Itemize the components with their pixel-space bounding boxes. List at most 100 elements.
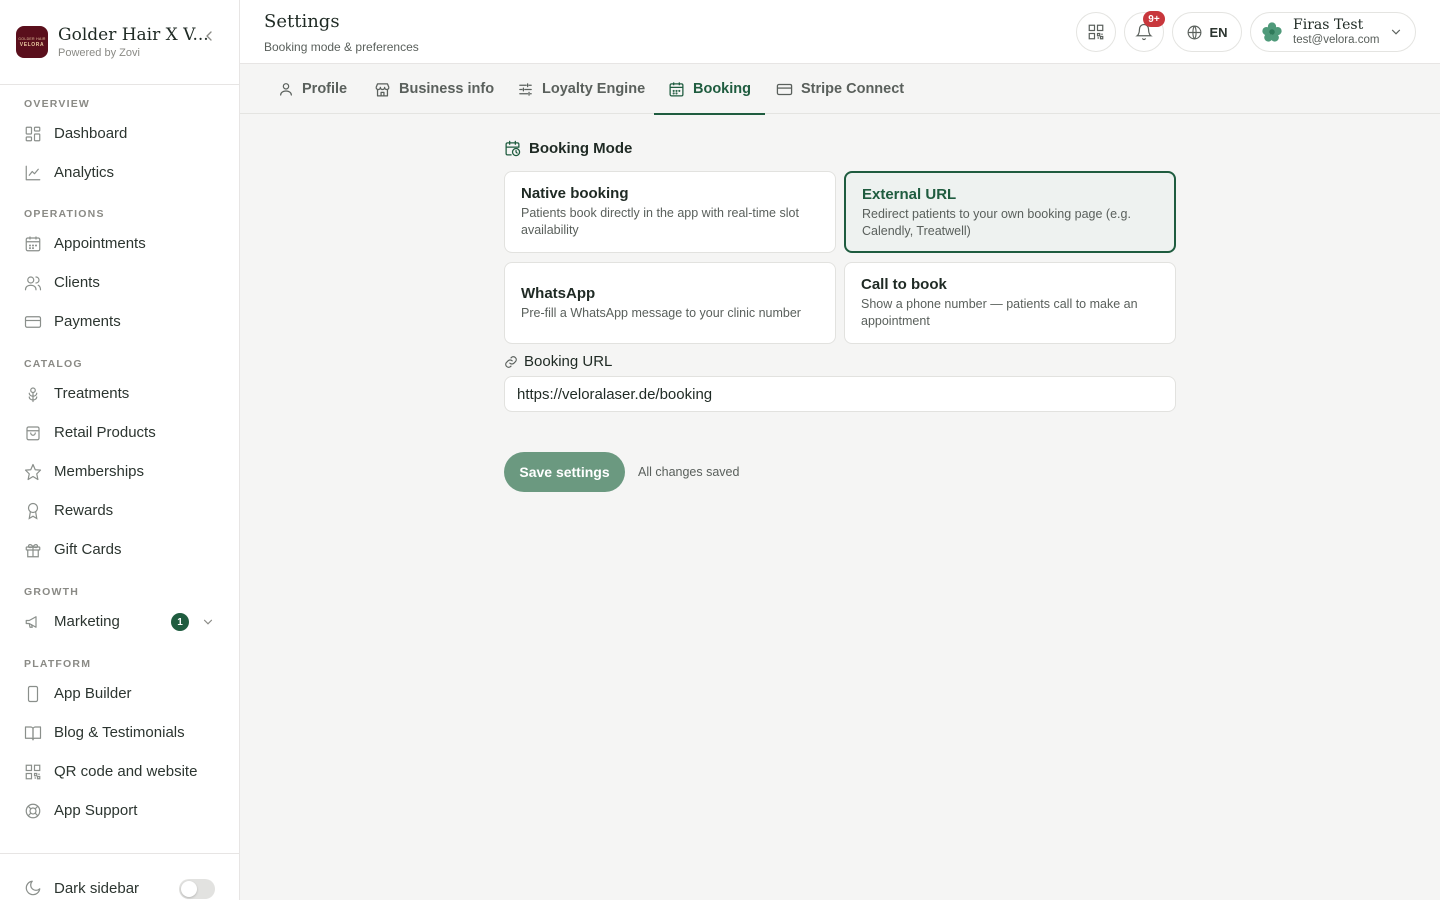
section-growth: GROWTH bbox=[24, 586, 80, 598]
calendar-icon bbox=[24, 235, 42, 253]
sidebar-item-treatments[interactable]: Treatments bbox=[0, 374, 239, 413]
sidebar-item-gift-cards[interactable]: Gift Cards bbox=[0, 530, 239, 569]
sidebar-item-label: Dashboard bbox=[54, 125, 128, 142]
option-description: Show a phone number — patients call to m… bbox=[861, 297, 1138, 328]
sidebar-item-analytics[interactable]: Analytics bbox=[0, 153, 239, 192]
section-catalog: CATALOG bbox=[24, 358, 83, 370]
save-status-text: All changes saved bbox=[638, 465, 740, 479]
sidebar-item-clients[interactable]: Clients bbox=[0, 263, 239, 302]
sidebar-item-label: Retail Products bbox=[54, 424, 156, 441]
star-icon bbox=[24, 463, 42, 481]
language-selector[interactable]: EN bbox=[1172, 12, 1242, 52]
sidebar-item-label: Memberships bbox=[54, 463, 145, 480]
section-overview: OVERVIEW bbox=[24, 98, 91, 110]
logo-text-bottom: VELORA bbox=[19, 41, 45, 48]
sidebar-item-qr-code-website[interactable]: QR code and website bbox=[0, 752, 239, 791]
option-title: Native booking bbox=[521, 185, 629, 202]
qr-code-icon bbox=[24, 763, 42, 781]
credit-card-icon bbox=[776, 83, 793, 95]
globe-icon bbox=[1188, 25, 1202, 39]
tab-stripe-connect[interactable]: Stripe Connect bbox=[776, 64, 904, 114]
tab-business-info[interactable]: Business info bbox=[374, 64, 494, 114]
user-email: test@velora.com bbox=[1293, 33, 1380, 46]
tab-booking[interactable]: Booking bbox=[654, 64, 765, 115]
qr-code-button[interactable] bbox=[1076, 12, 1116, 52]
notifications-button[interactable]: 9+ bbox=[1124, 11, 1165, 52]
sidebar-item-label: Treatments bbox=[54, 385, 130, 402]
sidebar-item-memberships[interactable]: Memberships bbox=[0, 452, 239, 491]
page-subtitle: Booking mode & preferences bbox=[264, 40, 419, 54]
booking-option-external-url[interactable]: External URL Redirect patients to your o… bbox=[844, 171, 1176, 253]
sidebar-item-label: Gift Cards bbox=[54, 541, 122, 558]
tab-label: Booking bbox=[693, 81, 751, 97]
brand-subtitle: Powered by Zovi bbox=[58, 47, 140, 59]
credit-card-icon bbox=[24, 313, 42, 331]
toggle-knob bbox=[181, 881, 197, 897]
book-icon bbox=[24, 724, 42, 742]
marketing-count-badge: 1 bbox=[171, 613, 189, 631]
tab-label: Stripe Connect bbox=[801, 81, 905, 97]
sidebar-item-label: Rewards bbox=[54, 502, 114, 519]
language-label: EN bbox=[1209, 24, 1228, 40]
dashboard-icon bbox=[24, 125, 42, 143]
booking-option-whatsapp[interactable]: WhatsApp Pre-fill a WhatsApp message to … bbox=[504, 262, 836, 344]
sidebar-item-blog-testimonials[interactable]: Blog & Testimonials bbox=[0, 713, 239, 752]
sidebar-item-label: App Builder bbox=[54, 685, 132, 702]
brand-header: GOLDER HAIR VELORA Golder Hair X V... Po… bbox=[0, 0, 239, 85]
booking-option-native[interactable]: Native booking Patients book directly in… bbox=[504, 171, 836, 253]
sidebar-item-label: Marketing bbox=[54, 613, 120, 630]
sidebar-item-app-builder[interactable]: App Builder bbox=[0, 674, 239, 713]
booking-mode-heading: Booking Mode bbox=[504, 138, 1176, 158]
top-header: Settings Booking mode & preferences 9+ E… bbox=[240, 0, 1440, 64]
sidebar-item-payments[interactable]: Payments bbox=[0, 302, 239, 341]
option-title: WhatsApp bbox=[521, 285, 596, 302]
sidebar-item-label: Analytics bbox=[54, 164, 115, 181]
sidebar-item-retail-products[interactable]: Retail Products bbox=[0, 413, 239, 452]
sidebar-item-app-support[interactable]: App Support bbox=[0, 791, 239, 830]
booking-settings: Booking Mode Native booking Patients boo… bbox=[504, 138, 1176, 492]
chevron-down-icon bbox=[1391, 29, 1401, 35]
tab-label: Business info bbox=[399, 81, 495, 97]
qr-code-icon bbox=[1088, 24, 1104, 40]
section-operations: OPERATIONS bbox=[24, 208, 105, 220]
option-description: Pre-fill a WhatsApp message to your clin… bbox=[521, 306, 801, 320]
dark-sidebar-label: Dark sidebar bbox=[54, 879, 140, 897]
award-icon bbox=[24, 502, 42, 520]
tab-profile[interactable]: Profile bbox=[278, 64, 347, 114]
sidebar-item-label: Clients bbox=[54, 274, 100, 291]
sidebar-footer: Dark sidebar bbox=[0, 853, 240, 900]
sidebar-item-dashboard[interactable]: Dashboard bbox=[0, 114, 239, 153]
option-title: External URL bbox=[862, 186, 957, 203]
booking-url-label-text: Booking URL bbox=[524, 353, 613, 370]
calendar-clock-icon bbox=[505, 140, 521, 156]
chevron-down-icon[interactable] bbox=[201, 615, 215, 629]
dark-sidebar-toggle[interactable] bbox=[179, 879, 215, 899]
page-title: Settings bbox=[264, 11, 340, 32]
tab-label: Loyalty Engine bbox=[542, 81, 646, 97]
moon-icon bbox=[24, 879, 42, 897]
link-icon bbox=[505, 355, 517, 368]
brand-logo: GOLDER HAIR VELORA bbox=[16, 26, 48, 58]
booking-option-call[interactable]: Call to book Show a phone number — patie… bbox=[844, 262, 1176, 344]
analytics-icon bbox=[24, 164, 42, 182]
sidebar-item-marketing[interactable]: Marketing 1 bbox=[0, 602, 239, 641]
save-settings-button[interactable]: Save settings bbox=[504, 452, 625, 492]
collapse-sidebar-icon[interactable] bbox=[201, 28, 217, 44]
calendar-icon bbox=[669, 81, 684, 97]
option-title: Call to book bbox=[861, 276, 947, 293]
booking-mode-title: Booking Mode bbox=[529, 139, 633, 157]
sidebar-item-label: Appointments bbox=[54, 235, 146, 252]
life-buoy-icon bbox=[24, 802, 42, 820]
sidebar-item-appointments[interactable]: Appointments bbox=[0, 224, 239, 263]
sidebar-item-label: QR code and website bbox=[54, 763, 198, 780]
sidebar-item-rewards[interactable]: Rewards bbox=[0, 491, 239, 530]
tab-loyalty-engine[interactable]: Loyalty Engine bbox=[517, 64, 645, 114]
sidebar-nav: OVERVIEW Dashboard Analytics OPERATIONS … bbox=[0, 85, 239, 830]
booking-url-input[interactable] bbox=[504, 376, 1176, 412]
gift-icon bbox=[24, 541, 42, 559]
smartphone-icon bbox=[24, 685, 42, 703]
option-description: Patients book directly in the app with r… bbox=[521, 206, 799, 237]
user-menu[interactable]: Firas Test test@velora.com bbox=[1250, 12, 1416, 52]
sidebar-item-label: Blog & Testimonials bbox=[54, 724, 185, 741]
user-name: Firas Test bbox=[1293, 16, 1364, 33]
